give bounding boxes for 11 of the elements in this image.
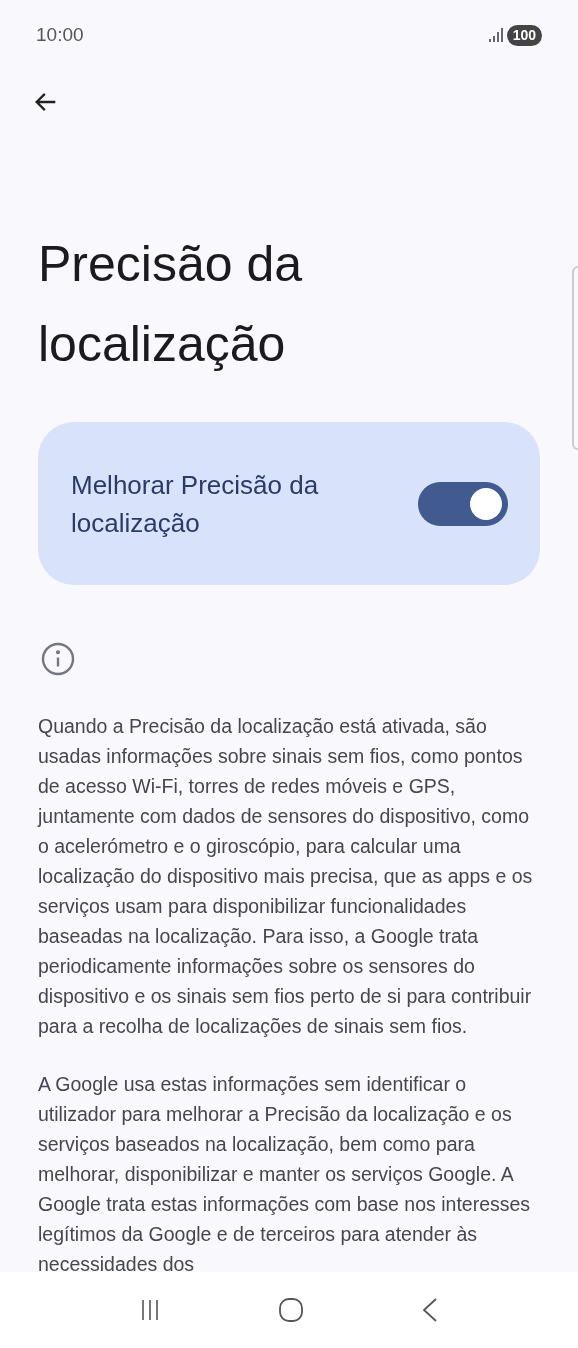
description-text: A Google usa estas informações sem identificar o utilizador para melhorar a Precisão da localização e os serviços baseados na localização, bem como para melhorar, disponibilizar e manter os serviços Google. A Google trata estas informações com base nos interesses legítimos da Google e de terceiros para atender às necessidades dos (38, 1072, 532, 1277)
setting-label: Melhorar Precisão da localização (71, 468, 320, 540)
info-icon (40, 641, 76, 677)
page-title: Precisão da localização (38, 235, 304, 374)
description-text: Quando a Precisão da localização está ativada, são usadas informações sobre sinais sem fios, como pontos de acesso Wi-Fi, torres de redes móveis e GPS, juntamente com dados de sensores do dispositivo, como o acelerómetro e o giroscópio, para calcular uma localização do dispositivo mais precisa, que as apps e os serviços usam para disponibilizar funcionalidades baseadas na localização. Para isso, a Google trata periodicamente informações sobre os sensores do dispositivo e os sinais sem fios perto de si para contribuir para a recolha de localizações de sinais sem fios. (38, 714, 534, 1039)
battery-indicator: 100 (506, 24, 542, 46)
signal-icon (488, 28, 503, 42)
status-time: 10:00 (36, 22, 84, 47)
setting-card[interactable]: Melhorar Precisão da localização (38, 422, 540, 585)
home-icon[interactable] (278, 1297, 304, 1323)
toggle-switch[interactable] (418, 481, 508, 526)
